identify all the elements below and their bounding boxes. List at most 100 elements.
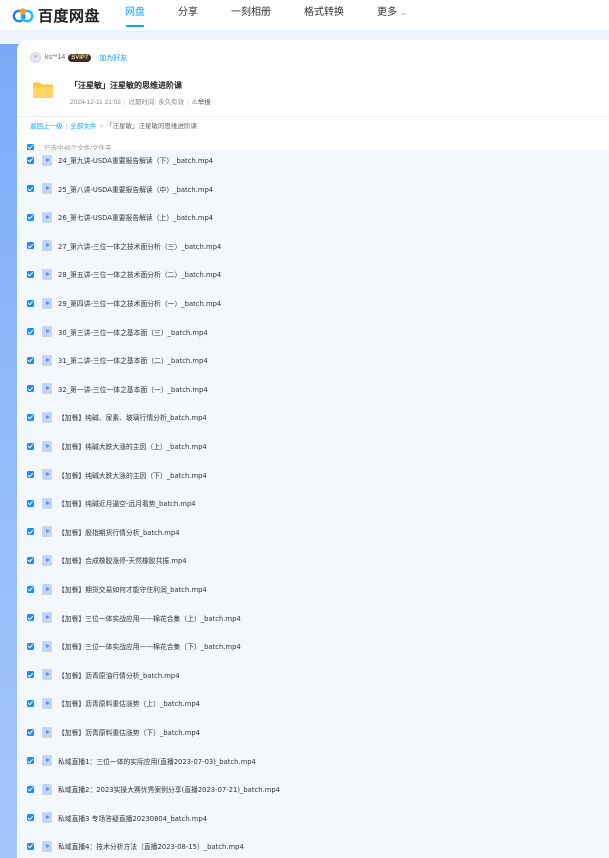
file-checkbox[interactable] bbox=[27, 156, 34, 164]
nav-tab-album[interactable]: 一刻相册 bbox=[231, 0, 271, 30]
video-file-icon bbox=[42, 240, 52, 252]
file-name[interactable]: 28_第五讲-三位一体之技术面分析（二）_batch.mp4 bbox=[58, 269, 221, 279]
file-name[interactable]: 私域直播3 专场答疑直播20230804_batch.mp4 bbox=[58, 813, 207, 823]
file-row[interactable]: 24_第九讲-USDA重要报告解读（下）_batch.mp4 bbox=[17, 150, 609, 170]
file-checkbox[interactable] bbox=[27, 585, 34, 593]
file-row[interactable]: 32_第一讲-三位一体之基本面（一）_batch.mp4 bbox=[17, 379, 609, 399]
file-list: 24_第九讲-USDA重要报告解读（下）_batch.mp4 25_第八讲-USD… bbox=[17, 150, 609, 858]
file-name[interactable]: 【加餐】沥青原料重估涨势（上）_batch.mp4 bbox=[58, 698, 200, 708]
file-checkbox[interactable] bbox=[27, 356, 34, 364]
file-row[interactable]: 27_第六讲-三位一体之技术面分析（三）_batch.mp4 bbox=[17, 236, 609, 256]
file-row[interactable]: 25_第八讲-USDA重要报告解读（中）_batch.mp4 bbox=[17, 179, 609, 199]
file-name[interactable]: 私域直播4：技术分析方法（直播2023-08-15）_batch.mp4 bbox=[58, 841, 244, 851]
file-row[interactable]: 29_第四讲-三位一体之技术面分析（一）_batch.mp4 bbox=[17, 293, 609, 313]
file-checkbox[interactable] bbox=[27, 614, 34, 622]
avatar[interactable] bbox=[30, 52, 41, 63]
logo[interactable]: 百度网盘 bbox=[12, 5, 100, 26]
file-name[interactable]: 24_第九讲-USDA重要报告解读（下）_batch.mp4 bbox=[58, 155, 213, 165]
file-name[interactable]: 【加餐】期货交易如何才能守住利润_batch.mp4 bbox=[58, 584, 207, 594]
file-name[interactable]: 【加餐】沥青原油行情分析_batch.mp4 bbox=[58, 670, 180, 680]
file-name[interactable]: 27_第六讲-三位一体之技术面分析（三）_batch.mp4 bbox=[58, 241, 221, 251]
file-row[interactable]: 【加餐】纯碱大跌大涨的主因（下）_batch.mp4 bbox=[17, 465, 609, 485]
file-row[interactable]: 【加餐】合成橡胶涨停-天然橡胶共振.mp4 bbox=[17, 550, 609, 570]
divider bbox=[17, 116, 609, 117]
nav-tab-format-convert[interactable]: 格式转换 bbox=[304, 0, 344, 30]
file-name[interactable]: 【加餐】股指期货行情分析_batch.mp4 bbox=[58, 527, 180, 537]
file-name[interactable]: 31_第二讲-三位一体之基本面（二）_batch.mp4 bbox=[58, 355, 208, 365]
report-link[interactable]: ⚠举报 bbox=[192, 99, 211, 106]
nav-tab-netdisk[interactable]: 网盘 bbox=[125, 0, 145, 30]
file-name[interactable]: 32_第一讲-三位一体之基本面（一）_batch.mp4 bbox=[58, 384, 208, 394]
file-name[interactable]: 29_第四讲-三位一体之技术面分析（一）_batch.mp4 bbox=[58, 298, 221, 308]
file-checkbox[interactable] bbox=[27, 185, 34, 193]
nav-tab-more[interactable]: 更多 ⌄ bbox=[377, 0, 407, 30]
file-row[interactable]: 【加餐】期货交易如何才能守住利润_batch.mp4 bbox=[17, 579, 609, 599]
file-row[interactable]: 31_第二讲-三位一体之基本面（二）_batch.mp4 bbox=[17, 350, 609, 370]
file-checkbox[interactable] bbox=[27, 814, 34, 822]
file-checkbox[interactable] bbox=[27, 528, 34, 536]
sharer-info: ks**14 SVIP7 加为好友 bbox=[30, 52, 127, 63]
separator: | bbox=[123, 99, 126, 106]
file-checkbox[interactable] bbox=[27, 842, 34, 850]
file-name[interactable]: 26_第七讲-USDA重要报告解读（上）_batch.mp4 bbox=[58, 212, 213, 222]
file-checkbox[interactable] bbox=[27, 242, 34, 250]
file-row[interactable]: 私域直播2：2023实操大赛优秀案例分享(直播2023-07-21)_batch… bbox=[17, 779, 609, 799]
file-name[interactable]: 【加餐】沥青原料重估涨势（下）_batch.mp4 bbox=[58, 727, 200, 737]
file-checkbox[interactable] bbox=[27, 642, 34, 650]
file-row[interactable]: 【加餐】股指期货行情分析_batch.mp4 bbox=[17, 522, 609, 542]
file-row[interactable]: 28_第五讲-三位一体之技术面分析（二）_batch.mp4 bbox=[17, 264, 609, 284]
file-row[interactable]: 26_第七讲-USDA重要报告解读（上）_batch.mp4 bbox=[17, 207, 609, 227]
file-checkbox[interactable] bbox=[27, 556, 34, 564]
file-name[interactable]: 【加餐】纯碱大跌大涨的主因（上）_batch.mp4 bbox=[58, 441, 207, 451]
video-file-icon bbox=[42, 326, 52, 338]
file-row[interactable]: 【加餐】沥青原料重估涨势（下）_batch.mp4 bbox=[17, 722, 609, 742]
file-checkbox[interactable] bbox=[27, 499, 34, 507]
file-row[interactable]: 30_第三讲-三位一体之基本面（三）_batch.mp4 bbox=[17, 322, 609, 342]
file-row[interactable]: 【加餐】纯碱、尿素、玻璃行情分析_batch.mp4 bbox=[17, 407, 609, 427]
file-name[interactable]: 私域直播1：三位一体的实际应用(直播2023-07-03)_batch.mp4 bbox=[58, 756, 256, 766]
breadcrumb-back[interactable]: 返回上一级 bbox=[30, 123, 63, 130]
video-file-icon bbox=[42, 697, 52, 709]
file-name[interactable]: 【加餐】纯碱、尿素、玻璃行情分析_batch.mp4 bbox=[58, 412, 207, 422]
file-name[interactable]: 30_第三讲-三位一体之基本面（三）_batch.mp4 bbox=[58, 327, 208, 337]
file-row[interactable]: 【加餐】三位一体实战应用——棉花合集（下）_batch.mp4 bbox=[17, 636, 609, 656]
file-checkbox[interactable] bbox=[27, 728, 34, 736]
file-name[interactable]: 【加餐】纯碱大跌大涨的主因（下）_batch.mp4 bbox=[58, 470, 207, 480]
file-checkbox[interactable] bbox=[27, 328, 34, 336]
video-file-icon bbox=[42, 440, 52, 452]
file-row[interactable]: 私域直播3 专场答疑直播20230804_batch.mp4 bbox=[17, 808, 609, 828]
file-row[interactable]: 【加餐】纯碱大跌大涨的主因（上）_batch.mp4 bbox=[17, 436, 609, 456]
breadcrumb-all-files[interactable]: 全部文件 bbox=[70, 123, 96, 130]
shared-folder-header: 「汪星敏」汪星敏的思维进阶课 2024-12-11 21:02 | 过期时间: 永久… bbox=[32, 80, 211, 106]
file-checkbox[interactable] bbox=[27, 299, 34, 307]
file-checkbox[interactable] bbox=[27, 385, 34, 393]
file-checkbox[interactable] bbox=[27, 270, 34, 278]
add-friend-link[interactable]: 加为好友 bbox=[99, 53, 127, 63]
file-checkbox[interactable] bbox=[27, 471, 34, 479]
file-name[interactable]: 【加餐】合成橡胶涨停-天然橡胶共振.mp4 bbox=[58, 555, 187, 565]
file-name[interactable]: 【加餐】三位一体实战应用——棉花合集（下）_batch.mp4 bbox=[58, 641, 241, 651]
video-file-icon bbox=[42, 669, 52, 681]
file-checkbox[interactable] bbox=[27, 442, 34, 450]
file-checkbox[interactable] bbox=[27, 699, 34, 707]
folder-subinfo: 2024-12-11 21:02 | 过期时间: 永久有效 | ⚠举报 bbox=[70, 96, 211, 106]
file-row[interactable]: 【加餐】三位一体实战应用——棉花合集（上）_batch.mp4 bbox=[17, 608, 609, 628]
file-row[interactable]: 【加餐】沥青原料重估涨势（上）_batch.mp4 bbox=[17, 693, 609, 713]
video-file-icon bbox=[42, 612, 52, 624]
file-name[interactable]: 25_第八讲-USDA重要报告解读（中）_batch.mp4 bbox=[58, 184, 213, 194]
file-checkbox[interactable] bbox=[27, 671, 34, 679]
file-checkbox[interactable] bbox=[27, 213, 34, 221]
file-row[interactable]: 私域直播4：技术分析方法（直播2023-08-15）_batch.mp4 bbox=[17, 836, 609, 856]
file-row[interactable]: 【加餐】沥青原油行情分析_batch.mp4 bbox=[17, 665, 609, 685]
file-name[interactable]: 私域直播2：2023实操大赛优秀案例分享(直播2023-07-21)_batch… bbox=[58, 784, 280, 794]
breadcrumb: 返回上一级 | 全部文件 > 「汪星敏」汪星敏的思维进阶课 bbox=[30, 120, 197, 130]
svip-badge: SVIP7 bbox=[68, 53, 92, 62]
file-row[interactable]: 【加餐】纯碱近月逼空-远月看势_batch.mp4 bbox=[17, 493, 609, 513]
file-checkbox[interactable] bbox=[27, 785, 34, 793]
file-name[interactable]: 【加餐】三位一体实战应用——棉花合集（上）_batch.mp4 bbox=[58, 613, 241, 623]
file-checkbox[interactable] bbox=[27, 757, 34, 765]
file-name[interactable]: 【加餐】纯碱近月逼空-远月看势_batch.mp4 bbox=[58, 498, 196, 508]
file-row[interactable]: 私域直播1：三位一体的实际应用(直播2023-07-03)_batch.mp4 bbox=[17, 751, 609, 771]
nav-tab-share[interactable]: 分享 bbox=[178, 0, 198, 30]
file-checkbox[interactable] bbox=[27, 413, 34, 421]
